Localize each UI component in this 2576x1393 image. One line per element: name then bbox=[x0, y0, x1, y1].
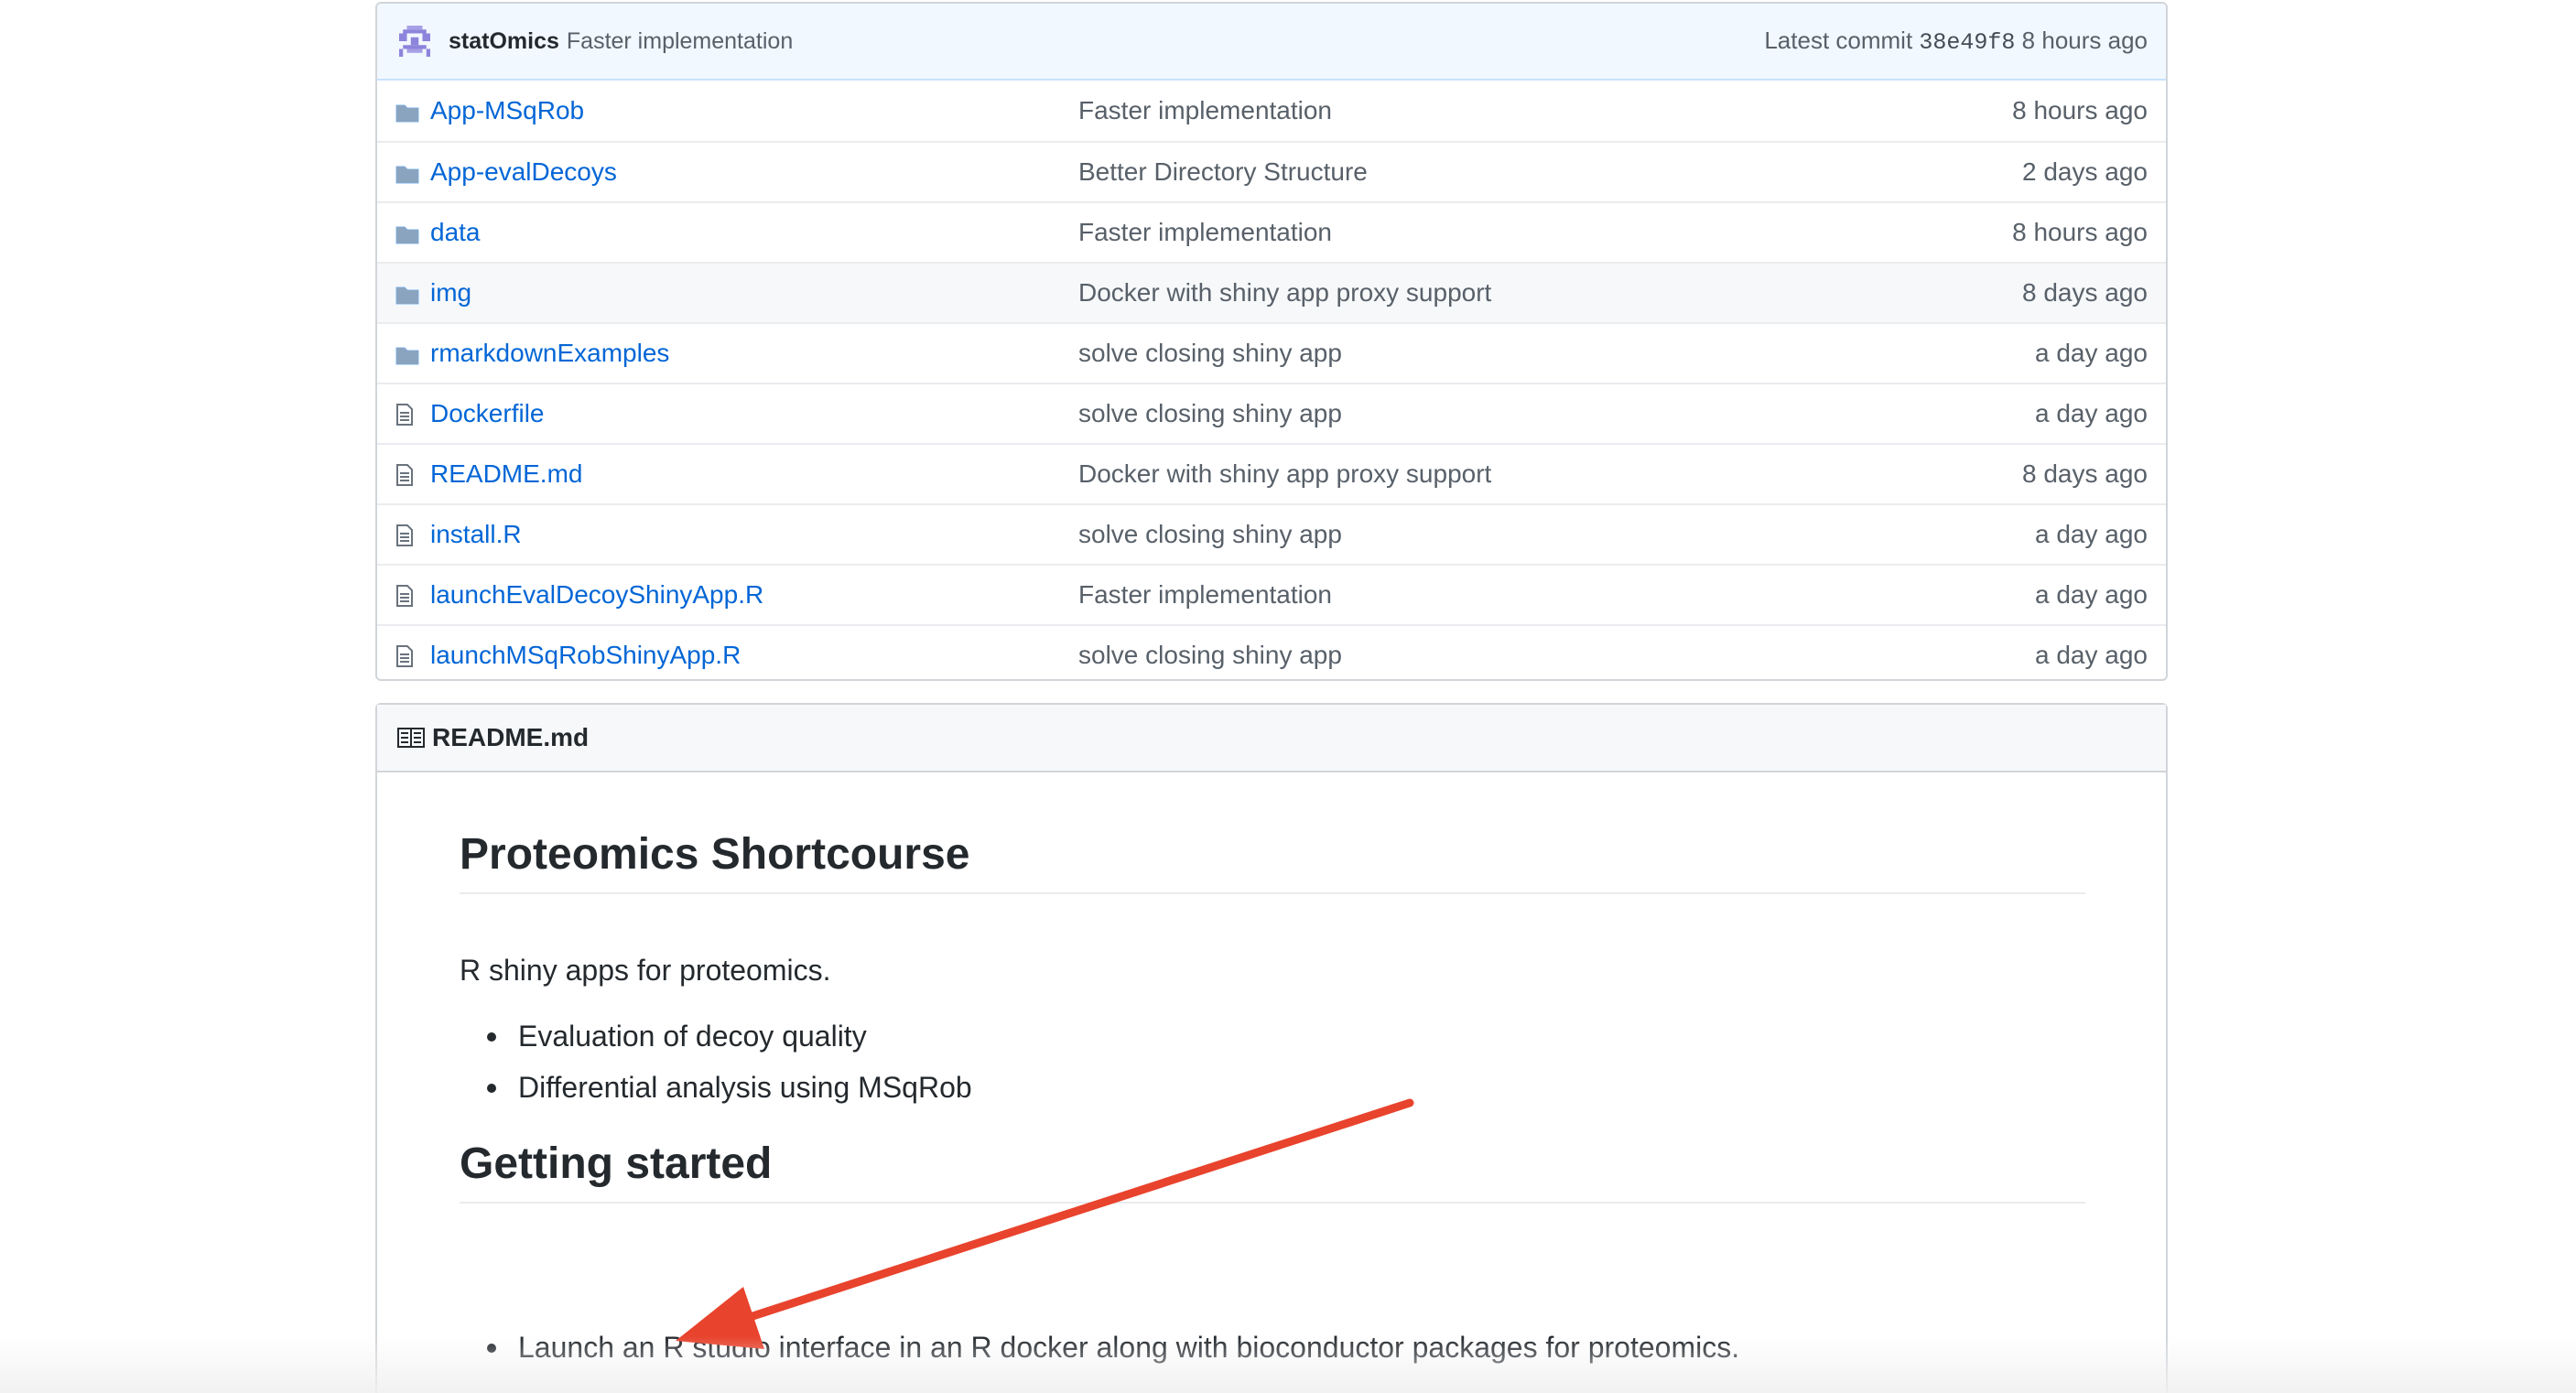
readme-intro: R shiny apps for proteomics. bbox=[460, 954, 831, 987]
file-name-link[interactable]: rmarkdownExamples bbox=[430, 339, 1053, 368]
commit-author[interactable]: statOmics bbox=[449, 28, 559, 55]
file-row[interactable]: App-MSqRob Faster implementation 8 hours a… bbox=[377, 81, 2166, 141]
file-name-link[interactable]: launchEvalDecoyShinyApp.R bbox=[430, 580, 1053, 610]
folder-icon bbox=[395, 161, 419, 184]
file-icon bbox=[395, 463, 419, 486]
file-row[interactable]: App-evalDecoys Better Directory Structure… bbox=[377, 141, 2166, 201]
file-commit-message[interactable]: solve closing shiny app bbox=[1078, 641, 1342, 670]
file-row[interactable]: install.R solve closing shiny app a day ag… bbox=[377, 503, 2166, 564]
file-commit-message[interactable]: Docker with shiny app proxy support bbox=[1078, 278, 1491, 308]
list-item: Differential analysis using MSqRob bbox=[460, 1062, 972, 1113]
file-name-link[interactable]: launchMSqRobShinyApp.R bbox=[430, 641, 1053, 670]
file-age: a day ago bbox=[2035, 339, 2148, 367]
file-age: 8 hours ago bbox=[2012, 218, 2148, 246]
file-row[interactable]: img Docker with shiny app proxy support 8 … bbox=[377, 262, 2166, 322]
file-icon bbox=[395, 524, 419, 546]
readme-header: README.md bbox=[377, 705, 2166, 772]
readme-title: Proteomics Shortcourse bbox=[460, 829, 2085, 894]
avatar[interactable] bbox=[399, 26, 430, 57]
file-commit-message[interactable]: Faster implementation bbox=[1078, 218, 1332, 247]
file-age: 2 days ago bbox=[2022, 157, 2148, 186]
file-commit-message[interactable]: Better Directory Structure bbox=[1078, 157, 1368, 187]
commit-sha[interactable]: 38e49f8 bbox=[1919, 29, 2015, 56]
file-commit-message[interactable]: Faster implementation bbox=[1078, 96, 1332, 125]
file-name-link[interactable]: Dockerfile bbox=[430, 399, 1053, 428]
file-row[interactable]: data Faster implementation 8 hours ago bbox=[377, 201, 2166, 262]
file-row[interactable]: launchMSqRobShinyApp.R solve closing shin… bbox=[377, 624, 2166, 679]
commit-message[interactable]: Faster implementation bbox=[567, 28, 793, 55]
file-name-link[interactable]: install.R bbox=[430, 520, 1053, 549]
file-commit-message[interactable]: Docker with shiny app proxy support bbox=[1078, 459, 1491, 489]
file-list: App-MSqRob Faster implementation 8 hours a… bbox=[377, 81, 2166, 679]
file-row[interactable]: rmarkdownExamples solve closing shiny app… bbox=[377, 322, 2166, 383]
readme-panel: README.md Proteomics Shortcourse R shiny… bbox=[375, 703, 2168, 1393]
file-row[interactable]: README.md Docker with shiny app proxy sup… bbox=[377, 443, 2166, 503]
file-row[interactable]: Dockerfile solve closing shiny app a day a… bbox=[377, 383, 2166, 443]
file-name-link[interactable]: App-evalDecoys bbox=[430, 157, 1053, 187]
commit-bar: statOmics Faster implementation Latest c… bbox=[377, 4, 2166, 81]
file-table: statOmics Faster implementation Latest c… bbox=[375, 2, 2168, 681]
page: statOmics Faster implementation Latest c… bbox=[0, 0, 2576, 1393]
list-item: Evaluation of decoy quality bbox=[460, 1010, 972, 1062]
file-age: a day ago bbox=[2035, 399, 2148, 427]
latest-commit-label: Latest commit bbox=[1764, 27, 1913, 54]
feature-list: Evaluation of decoy quality Differential… bbox=[460, 1010, 972, 1113]
folder-icon bbox=[395, 100, 419, 123]
file-commit-message[interactable]: solve closing shiny app bbox=[1078, 399, 1342, 428]
file-icon bbox=[395, 584, 419, 607]
commit-age: 8 hours ago bbox=[2021, 27, 2148, 54]
file-age: a day ago bbox=[2035, 520, 2148, 548]
file-age: a day ago bbox=[2035, 641, 2148, 669]
file-commit-message[interactable]: Faster implementation bbox=[1078, 580, 1332, 610]
file-commit-message[interactable]: solve closing shiny app bbox=[1078, 520, 1342, 549]
file-age: a day ago bbox=[2035, 580, 2148, 609]
file-name-link[interactable]: data bbox=[430, 218, 1053, 247]
file-name-link[interactable]: README.md bbox=[430, 459, 1053, 489]
file-commit-message[interactable]: solve closing shiny app bbox=[1078, 339, 1342, 368]
file-age: 8 days ago bbox=[2022, 278, 2148, 307]
file-row[interactable]: launchEvalDecoyShinyApp.R Faster implemen… bbox=[377, 564, 2166, 624]
getting-started-heading: Getting started bbox=[460, 1139, 2085, 1204]
folder-icon bbox=[395, 221, 419, 244]
file-name-link[interactable]: img bbox=[430, 278, 1053, 308]
folder-icon bbox=[395, 282, 419, 305]
file-age: 8 hours ago bbox=[2012, 96, 2148, 124]
file-age: 8 days ago bbox=[2022, 459, 2148, 488]
book-icon bbox=[397, 728, 425, 748]
latest-commit: Latest commit 38e49f8 8 hours ago bbox=[1764, 27, 2148, 56]
file-name-link[interactable]: App-MSqRob bbox=[430, 96, 1053, 125]
file-icon bbox=[395, 403, 419, 426]
file-icon bbox=[395, 644, 419, 667]
readme-header-title[interactable]: README.md bbox=[432, 723, 589, 752]
list-item: Launch an R studio interface in an R doc… bbox=[460, 1322, 1739, 1373]
getting-started-list: Launch an R studio interface in an R doc… bbox=[460, 1322, 1739, 1373]
folder-icon bbox=[395, 342, 419, 365]
